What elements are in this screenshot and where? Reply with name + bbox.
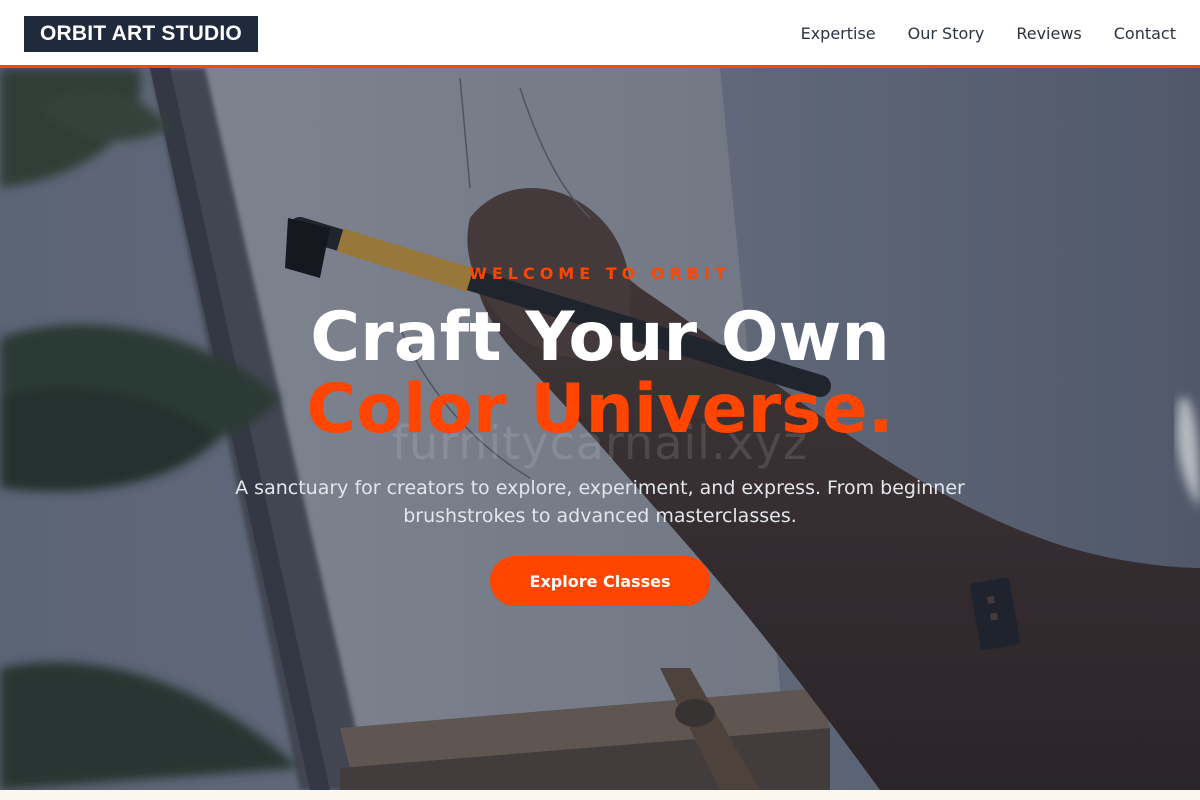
hero-content: WELCOME TO ORBIT furnitycarnail.xyz Craf… (0, 68, 1200, 790)
nav-link-reviews[interactable]: Reviews (1016, 24, 1081, 43)
nav-link-contact[interactable]: Contact (1114, 24, 1176, 43)
next-section-edge (0, 790, 1200, 800)
main-nav: Expertise Our Story Reviews Contact (769, 0, 1176, 66)
hero-subtitle: A sanctuary for creators to explore, exp… (235, 477, 965, 527)
hero-title-line1: Craft Your Own (310, 298, 890, 377)
hero-eyebrow: WELCOME TO ORBIT (469, 264, 731, 283)
hero-title-line2: Color Universe. (306, 370, 894, 449)
brand-logo[interactable]: ORBIT ART STUDIO (24, 16, 258, 52)
hero-headline: Craft Your Own Color Universe. (0, 302, 1200, 446)
explore-classes-button[interactable]: Explore Classes (490, 556, 710, 606)
hero-section: WELCOME TO ORBIT furnitycarnail.xyz Craf… (0, 68, 1200, 790)
nav-link-expertise[interactable]: Expertise (801, 24, 876, 43)
nav-link-our-story[interactable]: Our Story (908, 24, 985, 43)
top-navbar: ORBIT ART STUDIO Expertise Our Story Rev… (0, 0, 1200, 68)
